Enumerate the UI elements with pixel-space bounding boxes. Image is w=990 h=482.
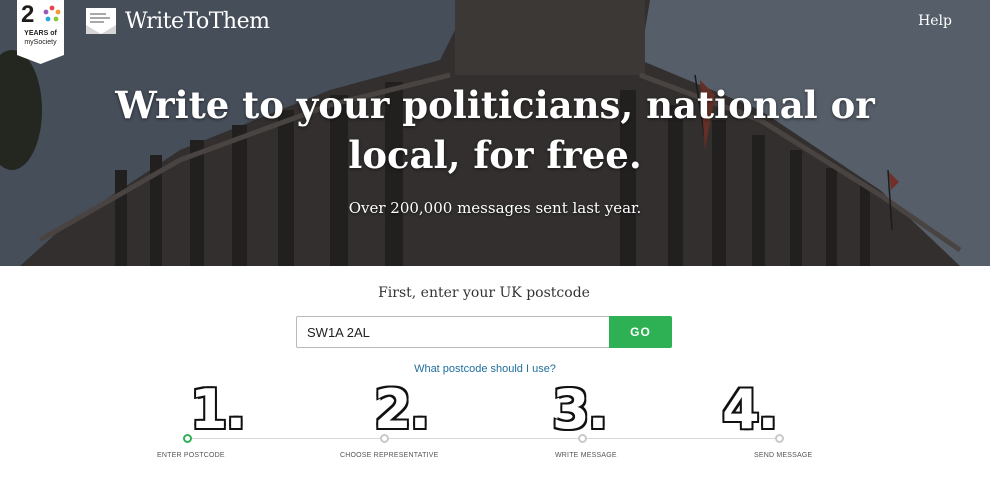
step-4-marker (775, 434, 784, 443)
mysociety-20-years-badge[interactable]: 2 YEARS of mySociety (17, 0, 64, 64)
go-button[interactable]: GO (609, 316, 672, 348)
colour-dots-icon (43, 5, 61, 22)
progress-track (188, 438, 780, 439)
which-postcode-link[interactable]: What postcode should I use? (0, 363, 970, 375)
badge-org-label: mySociety (24, 39, 57, 46)
postcode-input[interactable] (296, 316, 610, 348)
step-1-number: 1. (189, 378, 247, 441)
hero-banner: 2 YEARS of mySociety WriteToThem Help Wr… (0, 0, 990, 266)
badge-years-label: YEARS of (24, 30, 57, 37)
help-link[interactable]: Help (918, 13, 952, 29)
badge-number: 2 (21, 1, 34, 28)
hero-headline: Write to your politicians, national or l… (115, 83, 875, 177)
step-3-label: WRITE MESSAGE (555, 452, 617, 459)
step-1-label: ENTER POSTCODE (157, 452, 225, 459)
step-4-number: 4. (721, 378, 779, 441)
step-4-label: SEND MESSAGE (754, 452, 813, 459)
step-2-label: CHOOSE REPRESENTATIVE (340, 452, 439, 459)
hero-subheadline: Over 200,000 messages sent last year. (348, 199, 642, 217)
site-logo[interactable]: WriteToThem (85, 5, 270, 37)
postcode-prompt: First, enter your UK postcode (378, 285, 590, 301)
step-3-number: 3. (551, 378, 609, 441)
brand-name: WriteToThem (125, 8, 270, 34)
step-2-number: 2. (373, 378, 431, 441)
envelope-paper-icon (86, 8, 116, 34)
